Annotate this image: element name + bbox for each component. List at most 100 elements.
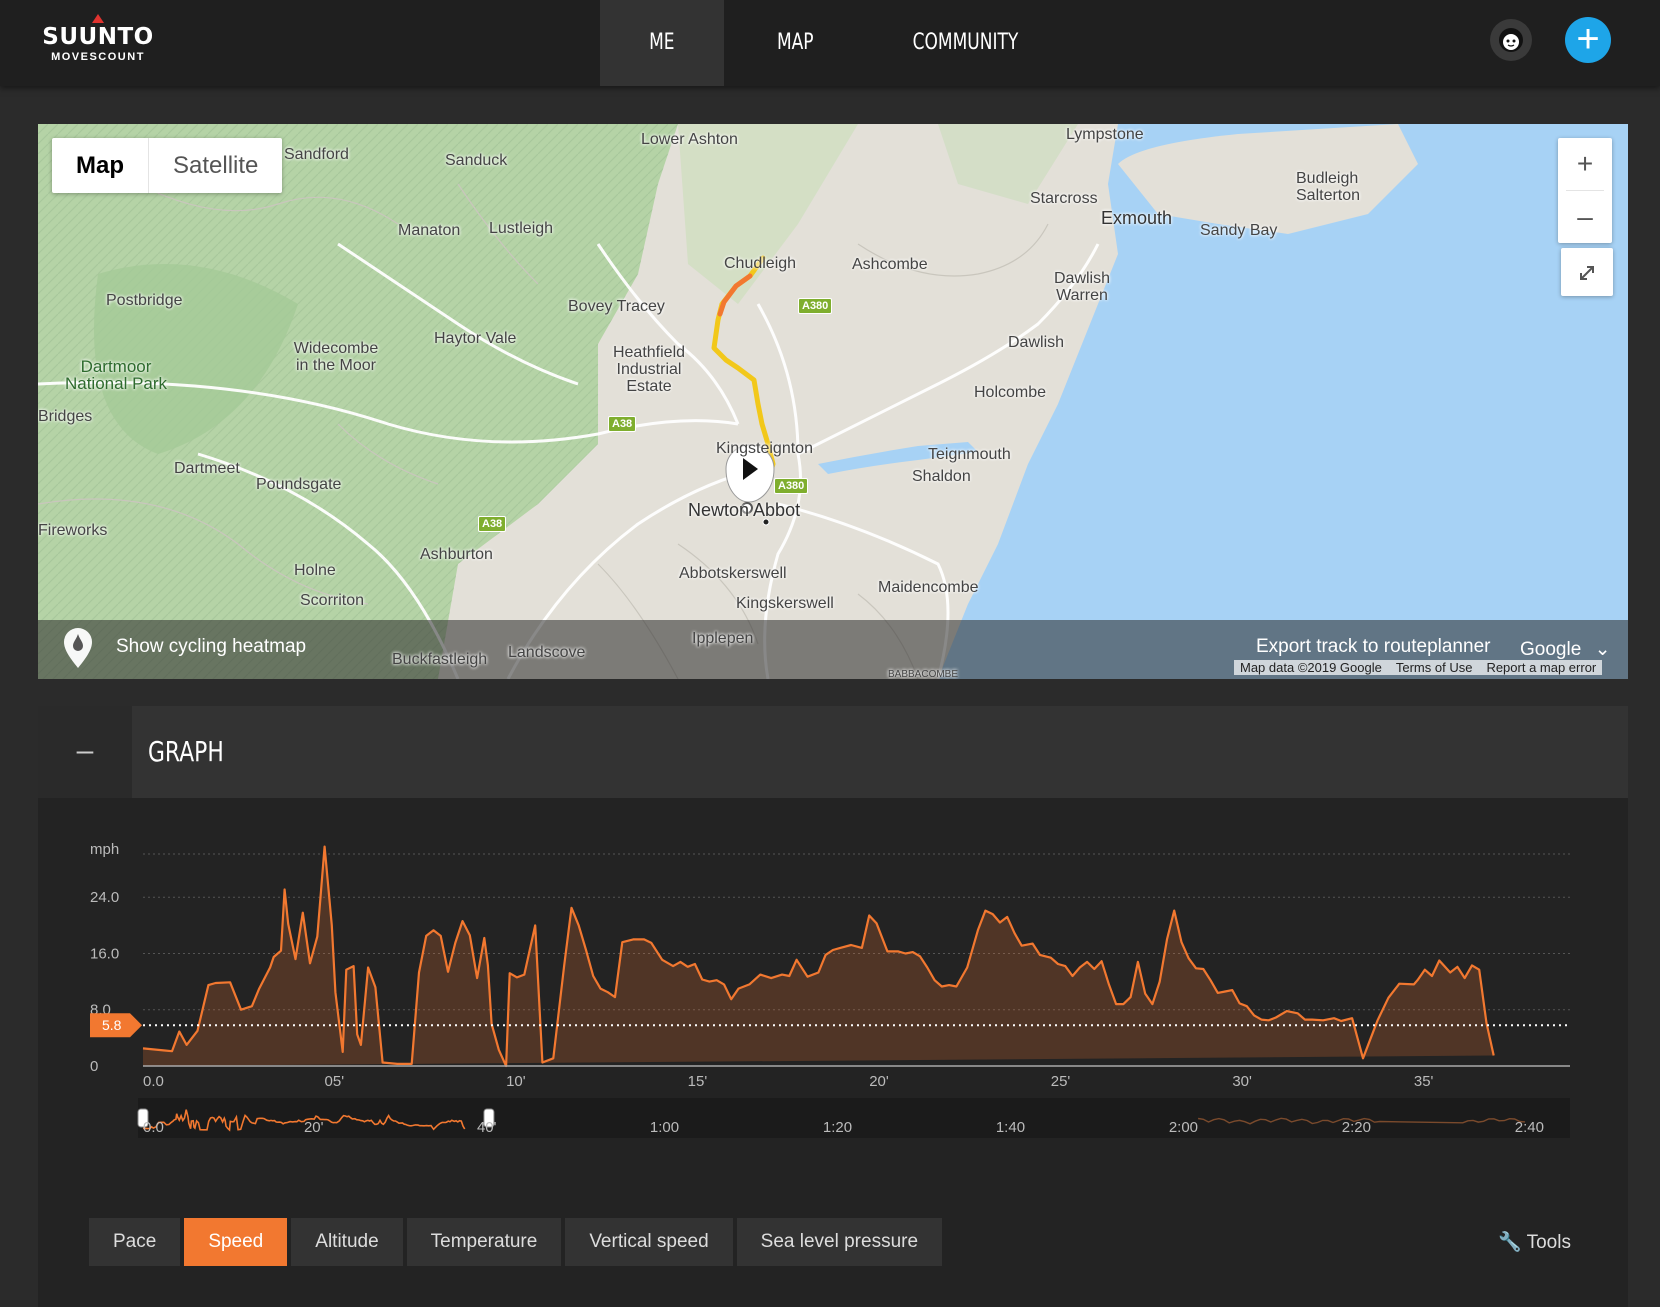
- chevron-down-icon: ⌄: [1594, 639, 1611, 660]
- map-attribution: Map data ©2019 Google Terms of Use Repor…: [1234, 660, 1603, 675]
- road-badge: A38: [608, 416, 637, 432]
- x-tick-label: 0.0: [143, 1073, 164, 1090]
- fullscreen-icon: [1580, 266, 1594, 280]
- map-label: Maidencombe: [878, 579, 979, 596]
- report-map-error-link[interactable]: Report a map error: [1486, 660, 1596, 675]
- avatar-face-icon: [1499, 28, 1523, 52]
- overview-tick-label: 1:00: [650, 1119, 679, 1136]
- nav-community-label: COMMUNITY: [912, 30, 1018, 55]
- map-label: Dawlish Warren: [1053, 270, 1110, 304]
- map-label: Chudleigh: [724, 255, 797, 272]
- fullscreen-button[interactable]: [1561, 248, 1613, 296]
- map-label: Landscove: [508, 644, 586, 661]
- map-footer: Show cycling heatmap Buckfastleigh Lands…: [38, 620, 1628, 679]
- map-label: Poundsgate: [256, 476, 342, 493]
- map-label: Fireworks: [38, 522, 108, 539]
- map-type-satellite-button[interactable]: Satellite: [149, 138, 282, 193]
- overview-tick-label: 1:20: [823, 1119, 852, 1136]
- logo-sub: MOVESCOUNT: [51, 51, 145, 63]
- tab-temperature[interactable]: Temperature: [406, 1218, 562, 1266]
- map-label: Haytor Vale: [434, 330, 517, 347]
- map-label: Manaton: [398, 222, 461, 239]
- nav-me[interactable]: ME: [600, 0, 724, 86]
- x-tick-label: 20': [869, 1073, 889, 1090]
- tab-pace[interactable]: Pace: [89, 1218, 181, 1266]
- speed-chart[interactable]: mph08.016.024.00.0 05' 10' 15' 20' 25' 30' 35'5…: [38, 798, 1628, 1218]
- map-label: Bridges: [38, 408, 93, 425]
- suunto-logo[interactable]: SUUNTO MOVESCOUNT: [38, 14, 158, 65]
- tab-vertical-speed[interactable]: Vertical speed: [565, 1218, 733, 1266]
- map-label: Holne: [294, 562, 336, 579]
- road-badge: A380: [798, 298, 833, 314]
- map-label: Shaldon: [912, 468, 971, 485]
- overview-tick-label: 40': [477, 1119, 497, 1136]
- collapse-graph-button[interactable]: –: [38, 706, 132, 798]
- map-label: Kingskerswell: [736, 595, 834, 612]
- logo-triangle-icon: [92, 14, 104, 23]
- map-label: Sandy Bay: [1200, 222, 1278, 239]
- map-label: Dawlish: [1008, 334, 1065, 351]
- add-button[interactable]: +: [1565, 17, 1611, 63]
- y-unit-label: mph: [90, 841, 119, 858]
- nav-me-label: ME: [649, 30, 675, 55]
- nav-community[interactable]: COMMUNITY: [890, 0, 1040, 86]
- map-label: Ashcombe: [852, 256, 928, 273]
- overview-tick-label: 0.0: [143, 1119, 164, 1136]
- zoom-in-button[interactable]: +: [1558, 138, 1612, 190]
- map-label: Budleigh Salterton: [1296, 170, 1361, 204]
- map-label: Scorriton: [300, 592, 365, 609]
- map-label: Widecombe in the Moor: [293, 340, 379, 374]
- overview-tick-label: 2:20: [1342, 1119, 1371, 1136]
- map-label: Postbridge: [106, 292, 183, 309]
- heatmap-icon[interactable]: [62, 626, 94, 675]
- map-label: Heathfield Industrial Estate: [612, 344, 686, 395]
- overview-tick-label: 20': [304, 1119, 324, 1136]
- map-provider-select[interactable]: Google ⌄: [1520, 638, 1610, 661]
- metric-tabs: Pace Speed Altitude Temperature Vertical spe…: [89, 1218, 943, 1266]
- avatar[interactable]: [1490, 19, 1532, 61]
- zoom-out-button[interactable]: –: [1558, 191, 1612, 243]
- map-label: Abbotskerswell: [679, 565, 787, 582]
- map-label: Dartmoor National Park: [64, 357, 168, 393]
- route-map[interactable]: Sandford Sanduck Lower Ashton Lympstone …: [38, 124, 1628, 679]
- map-label: Bovey Tracey: [568, 298, 665, 315]
- y-tick-label: 24.0: [90, 889, 119, 906]
- x-tick-label: 35': [1414, 1073, 1434, 1090]
- y-tick-label: 16.0: [90, 945, 119, 962]
- zoom-control: + –: [1558, 138, 1612, 243]
- heatmap-toggle-label[interactable]: Show cycling heatmap: [116, 636, 306, 658]
- map-label: Dartmeet: [174, 460, 240, 477]
- terms-of-use-link[interactable]: Terms of Use: [1396, 660, 1473, 675]
- map-type-toggle: Map Satellite: [52, 138, 283, 193]
- y-tick-label: 0: [90, 1058, 98, 1075]
- overview-tick-label: 2:00: [1169, 1119, 1198, 1136]
- tab-sea-level-pressure[interactable]: Sea level pressure: [736, 1218, 943, 1266]
- speed-area: [143, 846, 1494, 1066]
- map-label: Holcombe: [974, 384, 1047, 401]
- tab-speed[interactable]: Speed: [184, 1218, 288, 1266]
- map-label: Lower Ashton: [641, 131, 738, 148]
- x-tick-label: 10': [506, 1073, 526, 1090]
- map-label: Buckfastleigh: [392, 651, 488, 668]
- graph-title: GRAPH: [148, 735, 224, 768]
- nav-map-label: MAP: [776, 30, 814, 55]
- x-tick-label: 25': [1051, 1073, 1071, 1090]
- map-type-map-button[interactable]: Map: [52, 138, 149, 193]
- top-nav-bar: SUUNTO MOVESCOUNT ME MAP COMMUNITY +: [0, 0, 1660, 86]
- map-provider-value: Google: [1520, 639, 1582, 660]
- map-label: Teignmouth: [928, 446, 1011, 463]
- road-badge: A38: [478, 516, 507, 532]
- map-label: BABBACOMBE: [888, 669, 959, 679]
- marker-value-label: 5.8: [102, 1017, 122, 1033]
- overview-tick-label: 2:40: [1515, 1119, 1544, 1136]
- map-label: Lympstone: [1066, 126, 1144, 143]
- map-label: Kingsteignton: [716, 440, 813, 457]
- overview-tick-label: 1:40: [996, 1119, 1025, 1136]
- nav-map[interactable]: MAP: [740, 0, 850, 86]
- map-label: Newton Abbot: [688, 500, 801, 520]
- map-label: Sandford: [284, 146, 349, 163]
- tab-altitude[interactable]: Altitude: [291, 1218, 403, 1266]
- tools-button[interactable]: 🔧 Tools: [1498, 1230, 1571, 1254]
- tools-label: Tools: [1526, 1232, 1571, 1253]
- export-routeplanner-link[interactable]: Export track to routeplanner: [1256, 636, 1490, 658]
